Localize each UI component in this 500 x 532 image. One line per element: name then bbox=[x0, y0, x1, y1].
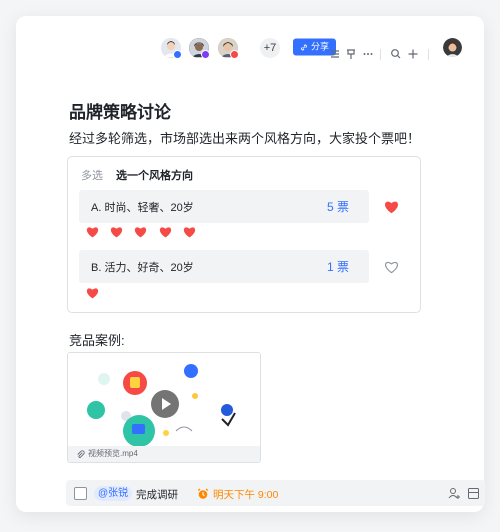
collaborator-avatar-1[interactable] bbox=[161, 38, 182, 59]
poll-option-count: 1 票 bbox=[326, 260, 349, 274]
heart-icon bbox=[183, 225, 196, 238]
poll-question: 选一个风格方向 bbox=[116, 170, 193, 182]
heart-filled-icon[interactable] bbox=[384, 200, 399, 214]
video-caption: 视频预览.mp4 bbox=[68, 446, 260, 462]
outline-icon[interactable] bbox=[329, 47, 343, 61]
play-icon[interactable] bbox=[151, 390, 179, 418]
poll-option-count: 5 票 bbox=[326, 200, 349, 214]
task-title[interactable]: 完成调研 bbox=[136, 487, 178, 502]
video-attachment[interactable]: 视频预览.mp4 bbox=[67, 352, 261, 463]
page-description: 经过多轮筛选，市场部选出来两个风格方向，大家投个票吧！ bbox=[69, 131, 421, 146]
toolbar-divider bbox=[380, 49, 381, 60]
heart-icon bbox=[134, 225, 147, 238]
page-title: 品牌策略讨论 bbox=[69, 103, 171, 122]
task-due-time[interactable]: 明天下午 9:00 bbox=[213, 487, 278, 502]
poll-option-label: A. 时尚、轻奢、20岁 bbox=[91, 202, 194, 214]
search-icon[interactable] bbox=[390, 47, 404, 61]
more-icon[interactable] bbox=[362, 47, 376, 61]
attachment-icon bbox=[77, 449, 85, 458]
add-member-icon[interactable] bbox=[448, 487, 461, 500]
alarm-icon bbox=[197, 487, 209, 499]
heart-icon bbox=[159, 225, 172, 238]
add-icon[interactable] bbox=[407, 47, 421, 61]
document-card: +7 分享 品牌策略讨论 经过多轮筛选，市场部选出来两个风格方向，大家投个票吧！… bbox=[16, 16, 485, 512]
link-icon bbox=[301, 44, 307, 50]
section-title: 竞品案例: bbox=[69, 333, 125, 348]
more-collaborators-count[interactable]: +7 bbox=[260, 38, 280, 58]
toolbar-divider bbox=[428, 49, 429, 60]
heart-icon bbox=[86, 225, 99, 238]
task-item: @张锐 完成调研 明天下午 9:00 bbox=[66, 480, 485, 506]
poll-type-tag: 多选 bbox=[81, 170, 103, 182]
poll-option-a[interactable]: A. 时尚、轻奢、20岁 5 票 bbox=[79, 190, 369, 223]
poll-option-b[interactable]: B. 活力、好奇、20岁 1 票 bbox=[79, 250, 369, 283]
collaborator-avatar-2[interactable] bbox=[189, 38, 210, 59]
share-label: 分享 bbox=[311, 41, 330, 52]
heart-outline-icon[interactable] bbox=[384, 260, 399, 274]
pin-icon[interactable] bbox=[345, 47, 359, 61]
heart-icon bbox=[110, 225, 123, 238]
task-assignee-mention[interactable]: @张锐 bbox=[94, 486, 133, 501]
video-filename: 视频预览.mp4 bbox=[88, 449, 138, 458]
heart-icon bbox=[86, 286, 99, 299]
task-checkbox[interactable] bbox=[74, 487, 87, 500]
user-avatar[interactable] bbox=[443, 38, 462, 57]
poll-card: 多选 选一个风格方向 A. 时尚、轻奢、20岁 5 票 B. 活力、好奇、20岁… bbox=[67, 156, 421, 313]
poll-option-label: B. 活力、好奇、20岁 bbox=[91, 262, 194, 274]
collaborator-avatar-3[interactable] bbox=[218, 38, 239, 59]
task-detail-icon[interactable] bbox=[467, 487, 480, 500]
